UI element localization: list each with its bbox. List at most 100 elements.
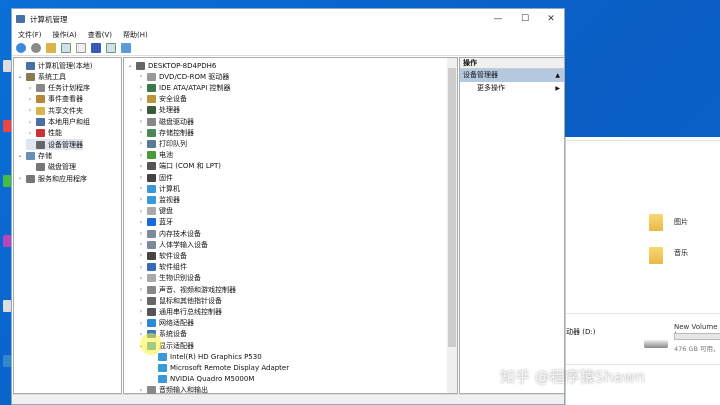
show-hide-tree-icon[interactable] — [61, 43, 71, 53]
expand-arrow-icon[interactable]: › — [137, 84, 145, 91]
back-icon[interactable] — [16, 43, 26, 53]
tree-item[interactable]: › 软件设备 — [137, 250, 187, 261]
tree-item[interactable]: › 计算机 — [137, 183, 180, 194]
expand-arrow-icon[interactable]: › — [137, 264, 145, 271]
tree-item[interactable]: › 通用串行总线控制器 — [137, 306, 222, 317]
pictures-folder-icon[interactable] — [649, 214, 663, 231]
tree-item[interactable]: 设备管理器 — [26, 139, 83, 151]
expand-arrow-icon[interactable]: › — [137, 275, 145, 282]
tree-item[interactable]: › 任务计划程序 — [26, 83, 90, 94]
tree-item[interactable]: › 事件查看器 — [26, 94, 83, 105]
tree-item[interactable]: › 人体学输入设备 — [137, 239, 208, 250]
expand-arrow-icon[interactable]: ⌄ — [16, 152, 24, 159]
expand-arrow-icon[interactable]: › — [137, 219, 145, 226]
desktop-icon[interactable] — [3, 175, 11, 187]
action-section-device-manager[interactable]: 设备管理器 ▲ — [460, 69, 564, 82]
help-icon[interactable] — [91, 43, 101, 53]
desktop-icon[interactable] — [3, 60, 11, 72]
tree-item[interactable]: › 蓝牙 — [137, 217, 173, 228]
up-icon[interactable] — [46, 43, 56, 53]
expand-arrow-icon[interactable]: › — [137, 208, 145, 215]
tree-item[interactable]: 磁盘管理 — [26, 162, 76, 173]
tree-item[interactable]: › 性能 — [26, 128, 62, 139]
expand-arrow-icon[interactable]: › — [137, 107, 145, 114]
tree-item[interactable]: › IDE ATA/ATAPI 控制器 — [137, 82, 231, 93]
expand-arrow-icon[interactable]: › — [137, 286, 145, 293]
monitor-icon[interactable] — [121, 43, 131, 53]
expand-arrow-icon[interactable]: › — [137, 252, 145, 259]
tree-item[interactable]: › 固件 — [137, 172, 173, 183]
expand-arrow-icon[interactable]: › — [137, 308, 145, 315]
tree-item[interactable]: ⌄ 系统工具 — [16, 71, 66, 82]
expand-arrow-icon[interactable]: › — [137, 118, 145, 125]
expand-arrow-icon[interactable]: › — [26, 107, 34, 114]
tree-item[interactable]: › 电池 — [137, 150, 173, 161]
minimize-button[interactable]: — — [485, 11, 511, 27]
expand-arrow-icon[interactable]: › — [16, 175, 24, 182]
expand-arrow-icon[interactable]: › — [137, 96, 145, 103]
tree-item[interactable]: › 存储控制器 — [137, 127, 194, 138]
expand-arrow-icon[interactable]: › — [137, 230, 145, 237]
menu-help[interactable]: 帮助(H) — [123, 30, 148, 40]
properties-icon[interactable] — [106, 43, 116, 53]
expand-arrow-icon[interactable]: › — [26, 119, 34, 126]
expand-arrow-icon[interactable]: ⌄ — [16, 73, 24, 80]
desktop-icon[interactable] — [3, 235, 11, 247]
expand-arrow-icon[interactable]: › — [137, 73, 145, 80]
tree-item[interactable]: 计算机管理(本地) — [16, 60, 92, 71]
drive-icon[interactable] — [644, 340, 668, 348]
tree-item[interactable]: › 监视器 — [137, 194, 180, 205]
drive-d-label[interactable]: 动器 (D:) — [566, 327, 595, 337]
expand-arrow-icon[interactable]: › — [137, 185, 145, 192]
expand-arrow-icon[interactable]: ⌄ — [126, 62, 134, 69]
expand-arrow-icon[interactable]: › — [137, 140, 145, 147]
tree-item[interactable]: › 声音、视频和游戏控制器 — [137, 284, 236, 295]
tree-item[interactable]: › 共享文件夹 — [26, 105, 83, 116]
export-icon[interactable] — [76, 43, 86, 53]
menu-file[interactable]: 文件(F) — [18, 30, 42, 40]
expand-arrow-icon[interactable]: › — [26, 96, 34, 103]
desktop-icon[interactable] — [3, 120, 11, 132]
title-bar[interactable]: 计算机管理 — ☐ ✕ — [12, 9, 564, 29]
tree-item[interactable]: › 键盘 — [137, 206, 173, 217]
scrollbar-thumb[interactable] — [448, 68, 456, 347]
expand-arrow-icon[interactable]: › — [137, 196, 145, 203]
expand-arrow-icon[interactable]: › — [137, 152, 145, 159]
maximize-button[interactable]: ☐ — [512, 11, 538, 27]
tree-item[interactable]: › 端口 (COM 和 LPT) — [137, 161, 221, 172]
menu-action[interactable]: 操作(A) — [53, 30, 77, 40]
expand-arrow-icon[interactable]: › — [26, 130, 34, 137]
tree-item[interactable]: NVIDIA Quadro M5000M — [148, 374, 254, 385]
tree-item[interactable]: Microsoft Remote Display Adapter — [148, 362, 289, 373]
tree-item[interactable]: Intel(R) HD Graphics P530 — [148, 351, 262, 362]
music-folder-icon[interactable] — [649, 247, 663, 264]
desktop-icon[interactable] — [3, 300, 11, 312]
expand-arrow-icon[interactable]: › — [137, 174, 145, 181]
collapse-icon[interactable]: ▲ — [555, 69, 560, 82]
tree-item[interactable]: › 生物识别设备 — [137, 273, 201, 284]
music-label[interactable]: 音乐 — [674, 248, 688, 258]
tree-item[interactable]: › 网络适配器 — [137, 318, 194, 329]
tree-item[interactable]: › 打印队列 — [137, 138, 187, 149]
tree-item[interactable]: › 服务和应用程序 — [16, 173, 87, 184]
tree-item[interactable]: › 鼠标和其他指针设备 — [137, 295, 222, 306]
desktop-icon[interactable] — [3, 355, 11, 367]
tree-item[interactable]: › 安全设备 — [137, 94, 187, 105]
forward-icon[interactable] — [31, 43, 41, 53]
expand-arrow-icon[interactable]: › — [26, 85, 34, 92]
expand-arrow-icon[interactable]: › — [137, 241, 145, 248]
menu-view[interactable]: 查看(V) — [88, 30, 112, 40]
expand-arrow-icon[interactable]: › — [137, 163, 145, 170]
vertical-scrollbar[interactable] — [447, 58, 457, 393]
action-more-actions[interactable]: 更多操作 ▶ — [460, 82, 564, 95]
tree-item[interactable]: › 处理器 — [137, 105, 180, 116]
expand-arrow-icon[interactable]: › — [137, 387, 145, 394]
expand-arrow-icon[interactable]: › — [137, 129, 145, 136]
expand-arrow-icon[interactable]: › — [137, 297, 145, 304]
pictures-label[interactable]: 图片 — [674, 217, 688, 227]
tree-item[interactable]: › 本地用户和组 — [26, 117, 90, 128]
tree-item[interactable]: ⌄ 存储 — [16, 150, 52, 161]
close-button[interactable]: ✕ — [538, 11, 564, 27]
tree-item[interactable]: › 内存技术设备 — [137, 228, 201, 239]
tree-item[interactable]: › 软件组件 — [137, 262, 187, 273]
